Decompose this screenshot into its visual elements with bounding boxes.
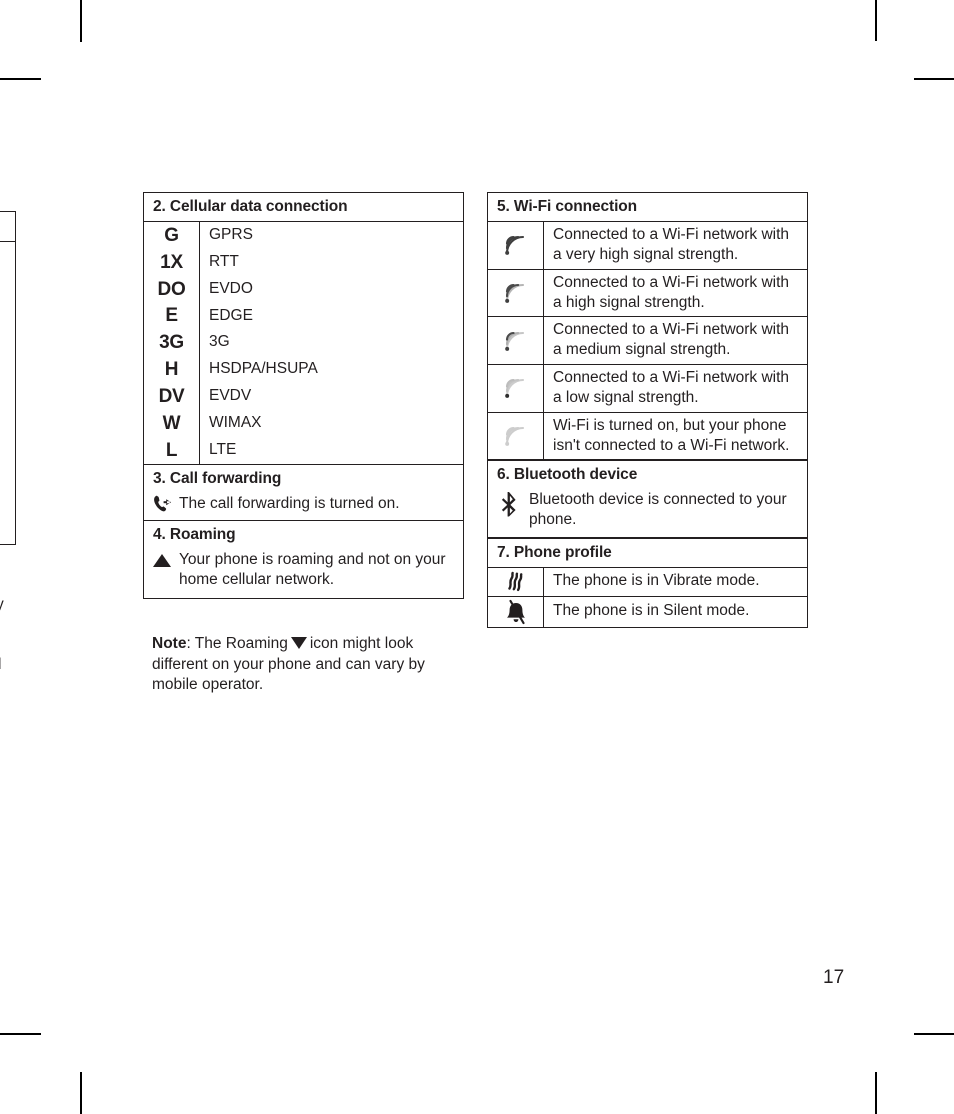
bluetooth-icon [501,490,529,517]
table-row: Connected to a Wi-Fi network with a low … [488,364,807,412]
wifi-medium-label: Connected to a Wi-Fi network with a medi… [553,321,790,359]
bluetooth-label: Bluetooth device is connected to your ph… [529,490,787,528]
cellular-g-icon: G [144,222,200,249]
adjacent-page-text-fragment-1: y [0,597,8,613]
roaming-triangle-up-icon [153,550,179,568]
cellular-do-label: EVDO [209,279,253,297]
section-heading-phone-profile: 7. Phone profile [488,539,807,568]
table-row: L LTE [144,436,463,464]
vibrate-label: The phone is in Vibrate mode. [553,572,760,590]
crop-mark-bottom-right-horizontal [914,1033,954,1035]
call-forwarding-row: The call forwarding is turned on. [144,493,463,520]
cellular-3g-icon: 3G [144,329,200,357]
wifi-signal-medium-icon [488,317,544,365]
triangle-up-shape [153,554,171,568]
table-row: Connected to a Wi-Fi network with a very… [488,222,807,269]
vibrate-icon [488,567,544,596]
wifi-signal-high-icon [488,269,544,317]
cellular-1x-icon: 1X [144,248,200,276]
cellular-e-label: EDGE [209,306,253,324]
note-text-part-1: : The Roaming [186,635,288,652]
table-row: Connected to a Wi-Fi network with a high… [488,268,807,317]
cellular-dv-icon: DV [144,383,200,410]
cellular-l-glyph: L [165,439,178,461]
cellular-data-row-list: G GPRS 1X RTT DO EVDO E EDGE 3G 3G H HSD… [144,222,463,464]
crop-mark-bottom-left-horizontal [0,1033,41,1035]
cellular-h-label: HSDPA/HSUPA [209,360,318,378]
cellular-3g-label: 3G [209,333,230,351]
phone-profile-row-list: The phone is in Vibrate mode. The phone … [488,567,807,627]
table-row: DV EVDV [144,383,463,410]
cellular-l-label: LTE [209,440,237,458]
bluetooth-row: Bluetooth device is connected to your ph… [488,489,807,538]
cellular-e-glyph: E [165,305,178,327]
cellular-3g-glyph: 3G [159,332,184,354]
roaming-triangle-down-icon [290,637,307,649]
crop-mark-bottom-left-vertical [80,1072,82,1114]
cellular-dv-glyph: DV [158,385,185,407]
section-heading-wifi-connection: 5. Wi-Fi connection [488,193,807,223]
call-forwarding-label: The call forwarding is turned on. [179,494,400,512]
roaming-note: Note: The Roaming icon might look differe… [152,634,444,696]
crop-mark-top-left-horizontal [0,78,41,80]
page-number: 17 [823,967,845,988]
wifi-not-connected-icon [488,412,544,460]
crop-mark-top-left-vertical [80,0,82,42]
table-row: 1X RTT [144,248,463,276]
note-label: Note [152,635,187,652]
section-heading-bluetooth-device: 6. Bluetooth device [497,465,638,483]
adjacent-page-text-fragment-2: l [0,657,8,673]
table-row: E EDGE [144,302,463,330]
section-heading-call-forwarding: 3. Call forwarding [153,469,282,487]
cellular-l-icon: L [144,436,200,464]
call-forwarding-icon [153,494,179,514]
cellular-g-label: GPRS [209,226,253,244]
cellular-1x-glyph: 1X [160,251,183,273]
table-row: Wi-Fi is turned on, but your phone isn't… [488,411,807,460]
table-row: Connected to a Wi-Fi network with a medi… [488,316,807,365]
table-row: G GPRS [144,222,463,249]
cellular-e-icon: E [144,302,200,330]
adjacent-page-table-fragment [0,211,16,545]
cellular-do-glyph: DO [157,278,186,300]
right-column-table: 5. Wi-Fi connection Connected to a Wi-Fi… [487,192,808,628]
table-row: DO EVDO [144,275,463,303]
table-row: W WIMAX [144,409,463,437]
wifi-not-connected-label: Wi-Fi is turned on, but your phone isn't… [553,416,790,454]
section-heading-cellular-data-connection: 2. Cellular data connection [144,193,463,223]
cellular-w-icon: W [144,409,200,437]
wifi-very-high-label: Connected to a Wi-Fi network with a very… [553,226,790,263]
silent-label: The phone is in Silent mode. [553,602,750,620]
crop-mark-top-right-horizontal [914,78,954,80]
adjacent-page-table-rule [0,241,16,243]
cellular-h-icon: H [144,356,200,384]
wifi-row-list: Connected to a Wi-Fi network with a very… [488,222,807,460]
table-row: The phone is in Silent mode. [488,595,807,627]
table-row: H HSDPA/HSUPA [144,356,463,384]
roaming-row: Your phone is roaming and not on your ho… [144,549,463,598]
cellular-do-icon: DO [144,275,200,303]
table-row: 3G 3G [144,329,463,357]
cellular-w-glyph: W [162,412,181,434]
roaming-label: Your phone is roaming and not on your ho… [179,551,446,589]
wifi-low-label: Connected to a Wi-Fi network with a low … [553,369,790,406]
section-heading-roaming: 4. Roaming [153,526,236,544]
wifi-signal-low-icon [488,365,544,412]
cellular-w-label: WIMAX [209,413,262,431]
cellular-h-glyph: H [164,359,179,381]
table-row: The phone is in Vibrate mode. [488,567,807,596]
silent-bell-icon [488,596,544,627]
left-column-table: 2. Cellular data connection G GPRS 1X RT… [143,192,464,599]
wifi-signal-very-high-icon [488,222,544,269]
cellular-1x-label: RTT [209,252,239,270]
crop-mark-top-right-vertical [875,0,877,41]
cellular-dv-label: EVDV [209,387,252,405]
cellular-g-glyph: G [164,224,179,246]
wifi-high-label: Connected to a Wi-Fi network with a high… [553,273,790,311]
crop-mark-bottom-right-vertical [875,1072,877,1114]
